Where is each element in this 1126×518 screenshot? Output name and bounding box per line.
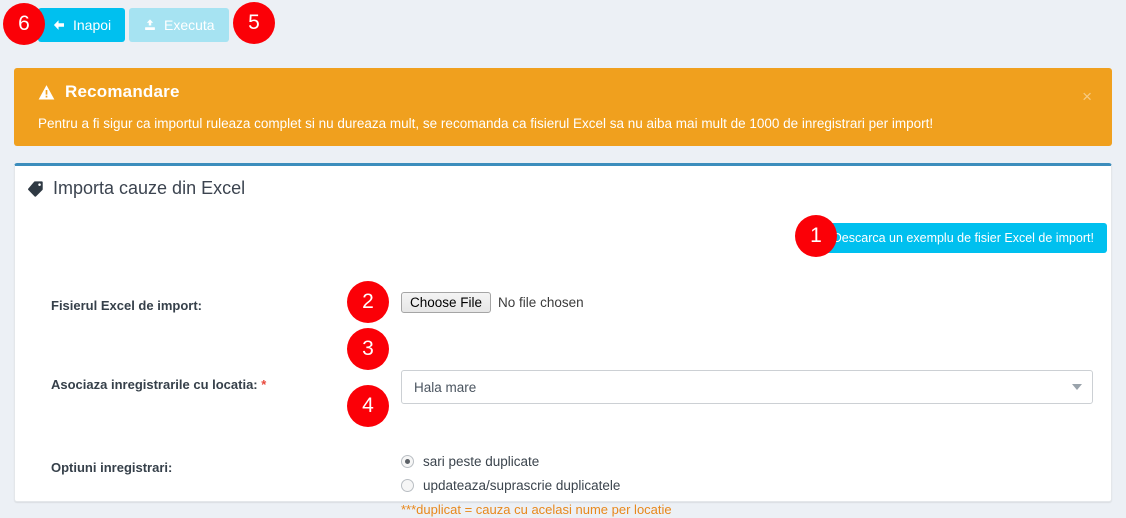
options-row-label: Optiuni inregistrari: [51,460,173,475]
no-file-chosen-label: No file chosen [498,295,584,310]
page-root: Inapoi Executa Recomandare Pentru a fi s… [0,0,1126,518]
radio-icon-unchecked[interactable] [401,479,414,492]
radio-option-skip-duplicates[interactable]: sari peste duplicate [401,454,1105,469]
step-badge-2: 2 [347,281,389,323]
tag-icon [27,180,44,197]
warning-triangle-icon [38,84,55,101]
execute-button-label: Executa [164,17,215,33]
back-button-label: Inapoi [73,17,112,33]
step-badge-4: 4 [347,385,389,427]
radio-icon-checked[interactable] [401,455,414,468]
duplicate-note: ***duplicat = cauza cu acelasi nume per … [401,502,672,517]
panel-title: Importa cauze din Excel [53,178,246,198]
recommendation-alert: Recomandare Pentru a fi sigur ca importu… [14,68,1112,146]
options-row: Optiuni inregistrari: sari peste duplica… [15,360,1111,517]
alert-title-row: Recomandare [38,82,180,102]
file-row: Fisierul Excel de import: Choose File No … [15,284,1111,322]
choose-file-button[interactable]: Choose File [401,292,492,313]
radio-option-skip-duplicates-label: sari peste duplicate [423,454,540,469]
location-row: Asociaza inregistrarile cu locatia: * Ha… [15,322,1111,404]
step-badge-3: 3 [347,328,389,370]
import-panel: Importa cauze din Excel Descarca un exem… [14,163,1112,517]
import-form: Fisierul Excel de import: Choose File No … [15,284,1111,517]
download-sample-button[interactable]: Descarca un exemplu de fisier Excel de i… [819,223,1107,253]
options-row-field: sari peste duplicate updateaza/suprascri… [401,454,1105,517]
step-badge-6: 6 [3,3,45,45]
panel-header: Importa cauze din Excel [27,178,245,199]
file-input[interactable]: Choose File No file chosen [401,292,1105,313]
top-toolbar: Inapoi Executa [0,0,1126,54]
back-button[interactable]: Inapoi [38,8,126,42]
alert-title: Recomandare [65,82,180,101]
step-badge-1: 1 [795,215,837,257]
file-row-field: Choose File No file chosen [401,292,1105,313]
execute-button[interactable]: Executa [129,8,229,42]
alert-message: Pentru a fi sigur ca importul ruleaza co… [38,116,934,131]
close-icon[interactable]: × [1078,86,1096,107]
radio-option-overwrite-duplicates[interactable]: updateaza/suprascrie duplicatele [401,478,1105,493]
upload-icon [143,18,157,32]
arrow-left-icon [52,18,66,32]
radio-option-overwrite-duplicates-label: updateaza/suprascrie duplicatele [423,478,621,493]
step-badge-5: 5 [233,2,275,44]
file-row-label: Fisierul Excel de import: [51,298,202,313]
